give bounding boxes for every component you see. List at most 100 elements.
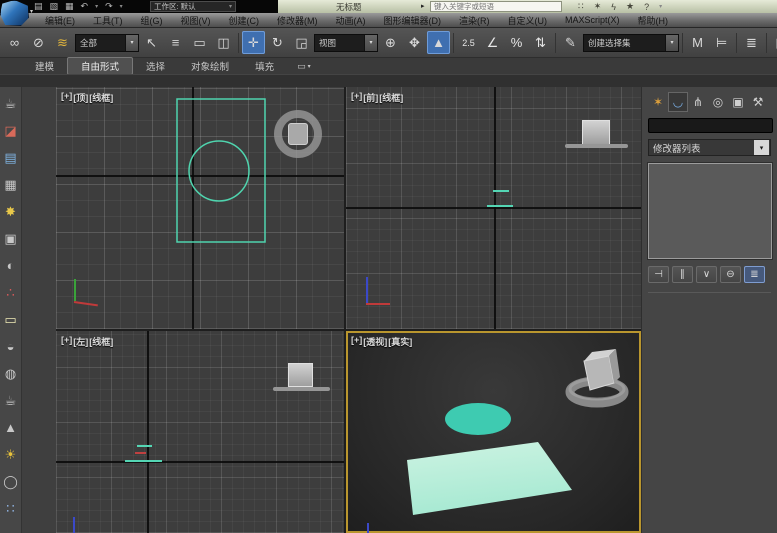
modifier-list-dropdown[interactable]: 修改器列表 ▾	[648, 139, 771, 156]
viewport-view-button[interactable]: [左]	[73, 335, 88, 348]
dome-primitive-icon[interactable]: ◒	[1, 333, 21, 360]
select-object-icon[interactable]: ↖	[140, 31, 163, 54]
named-selection-set-dropdown[interactable]: 创建选择集 ▾	[583, 34, 679, 52]
reference-coordinate-caret-icon[interactable]: ▾	[364, 35, 377, 51]
plane-object[interactable]	[487, 205, 513, 207]
modify-tab[interactable]: ◡	[668, 92, 688, 112]
remove-modifier-button[interactable]: ⊖	[720, 266, 741, 283]
motion-tab[interactable]: ◎	[708, 92, 728, 112]
object-name-field[interactable]	[648, 118, 773, 133]
viewport-perspective-active[interactable]: [+] [透视] [真实]	[346, 331, 641, 533]
scene-explorer-icon[interactable]: ▤	[1, 144, 21, 171]
mirror-icon[interactable]: M	[686, 31, 709, 54]
search-input[interactable]	[430, 1, 562, 12]
angle-snap-icon[interactable]: ∠	[481, 31, 504, 54]
box-object[interactable]	[288, 363, 313, 387]
ribbon-tab-selection[interactable]: 选择	[133, 58, 178, 74]
teapot-render-icon[interactable]: ☕	[1, 90, 21, 117]
percent-snap-icon[interactable]: %	[505, 31, 528, 54]
camera-lister-icon[interactable]: ▣	[1, 225, 21, 252]
geosphere-primitive-icon[interactable]: ◯	[1, 468, 21, 495]
use-pivot-center-icon[interactable]: ⊕	[379, 31, 402, 54]
box-object[interactable]	[582, 120, 610, 145]
selection-filter-caret-icon[interactable]: ▾	[125, 35, 138, 51]
app-menu-caret-icon[interactable]: ▾	[30, 8, 33, 15]
subscription-icon[interactable]: ϟ	[611, 2, 616, 12]
snap-toggle-25-icon[interactable]: 2.5	[457, 31, 480, 54]
circle-object[interactable]	[493, 190, 509, 192]
menu-graph-editors[interactable]: 图形编辑器(D)	[375, 14, 451, 27]
viewport-shading-button[interactable]: [线框]	[89, 91, 113, 104]
plane-object[interactable]	[125, 460, 162, 462]
particle-array-icon[interactable]: ∷	[1, 495, 21, 522]
keyboard-override-icon[interactable]: ▲	[427, 31, 450, 54]
box-object[interactable]	[288, 123, 308, 145]
undo-icon[interactable]: ↶	[81, 0, 89, 13]
ribbon-config-button[interactable]: ▭ ▾	[297, 61, 311, 72]
edit-named-selections-icon[interactable]: ✎	[559, 31, 582, 54]
modifier-list-caret-icon[interactable]: ▾	[754, 140, 769, 155]
align-icon[interactable]: ⊨	[710, 31, 733, 54]
create-tab[interactable]: ✶	[648, 92, 668, 112]
infocenter-caret-icon[interactable]: ▸	[421, 2, 425, 10]
plane-object[interactable]	[407, 442, 572, 515]
select-and-move-icon[interactable]: ✛	[242, 31, 265, 54]
viewport-view-button[interactable]: [前]	[363, 91, 378, 104]
molecule-icon[interactable]: ∴	[1, 279, 21, 306]
named-selection-set-caret-icon[interactable]: ▾	[665, 35, 678, 51]
help-caret-icon[interactable]: ▾	[659, 3, 662, 10]
new-file-icon[interactable]: ▤	[34, 0, 43, 13]
torus-object[interactable]	[565, 144, 628, 148]
configure-modifier-sets-button[interactable]: ≣	[744, 266, 765, 283]
viewport-top[interactable]: [+] [顶] [线框]	[56, 87, 344, 329]
menu-edit[interactable]: 编辑(E)	[36, 14, 84, 27]
teapot-primitive-icon[interactable]: ☕	[1, 387, 21, 414]
viewport-menu-button[interactable]: [+]	[351, 335, 362, 348]
circle-object[interactable]	[189, 141, 249, 201]
viewport-front[interactable]: [+] [前] [线框]	[346, 87, 641, 329]
window-crossing-icon[interactable]: ◫	[212, 31, 235, 54]
modifier-stack-list[interactable]	[648, 163, 772, 259]
plane-object[interactable]	[177, 99, 265, 242]
viewport-menu-button[interactable]: [+]	[61, 91, 72, 104]
redo-icon[interactable]: ↷	[105, 0, 113, 13]
menu-animation[interactable]: 动画(A)	[327, 14, 375, 27]
sphere-primitive-icon[interactable]: ◍	[1, 360, 21, 387]
circle-object[interactable]	[445, 403, 511, 435]
menu-views[interactable]: 视图(V)	[172, 14, 220, 27]
workspace-selector[interactable]: 工作区: 默认 ▾	[150, 1, 236, 12]
menu-create[interactable]: 创建(C)	[220, 14, 269, 27]
ribbon-tab-object-paint[interactable]: 对象绘制	[178, 58, 242, 74]
select-and-rotate-icon[interactable]: ↻	[266, 31, 289, 54]
unlink-selection-icon[interactable]: ⊘	[27, 31, 50, 54]
wrench-icon[interactable]: ✶	[594, 1, 602, 12]
reference-coordinate-dropdown[interactable]: 视图 ▾	[314, 34, 378, 52]
menu-help[interactable]: 帮助(H)	[629, 14, 678, 27]
ribbon-tab-populate[interactable]: 填充	[242, 58, 287, 74]
menu-modifiers[interactable]: 修改器(M)	[268, 14, 327, 27]
select-and-scale-icon[interactable]: ◲	[290, 31, 313, 54]
select-and-link-icon[interactable]: ∞	[3, 31, 26, 54]
utilities-tab[interactable]: ⚒	[748, 92, 768, 112]
rect-selection-region-icon[interactable]: ▭	[188, 31, 211, 54]
cone-primitive-icon[interactable]: ▲	[1, 414, 21, 441]
spinner-snap-icon[interactable]: ⇅	[529, 31, 552, 54]
light-lister-icon[interactable]: ✸	[1, 198, 21, 225]
help-icon[interactable]: ?	[644, 2, 649, 12]
display-tab[interactable]: ▣	[728, 92, 748, 112]
menu-group[interactable]: 组(G)	[132, 14, 172, 27]
hierarchy-tab[interactable]: ⋔	[688, 92, 708, 112]
circle-object[interactable]	[137, 445, 152, 447]
layer-explorer-icon[interactable]: ▦	[1, 171, 21, 198]
open-file-icon[interactable]: ▧	[50, 0, 59, 13]
save-file-icon[interactable]: ▦	[65, 0, 74, 13]
viewport-menu-button[interactable]: [+]	[61, 335, 72, 348]
favorites-star-icon[interactable]: ★	[626, 1, 634, 12]
menu-rendering[interactable]: 渲染(R)	[450, 14, 499, 27]
torus-object[interactable]	[273, 387, 330, 391]
ribbon-tab-freeform[interactable]: 自由形式	[67, 57, 133, 75]
viewport-shading-button[interactable]: [线框]	[379, 91, 403, 104]
material-window-icon[interactable]: ◪	[1, 117, 21, 144]
select-and-manipulate-icon[interactable]: ✥	[403, 31, 426, 54]
ribbon-tab-modeling[interactable]: 建模	[22, 58, 67, 74]
